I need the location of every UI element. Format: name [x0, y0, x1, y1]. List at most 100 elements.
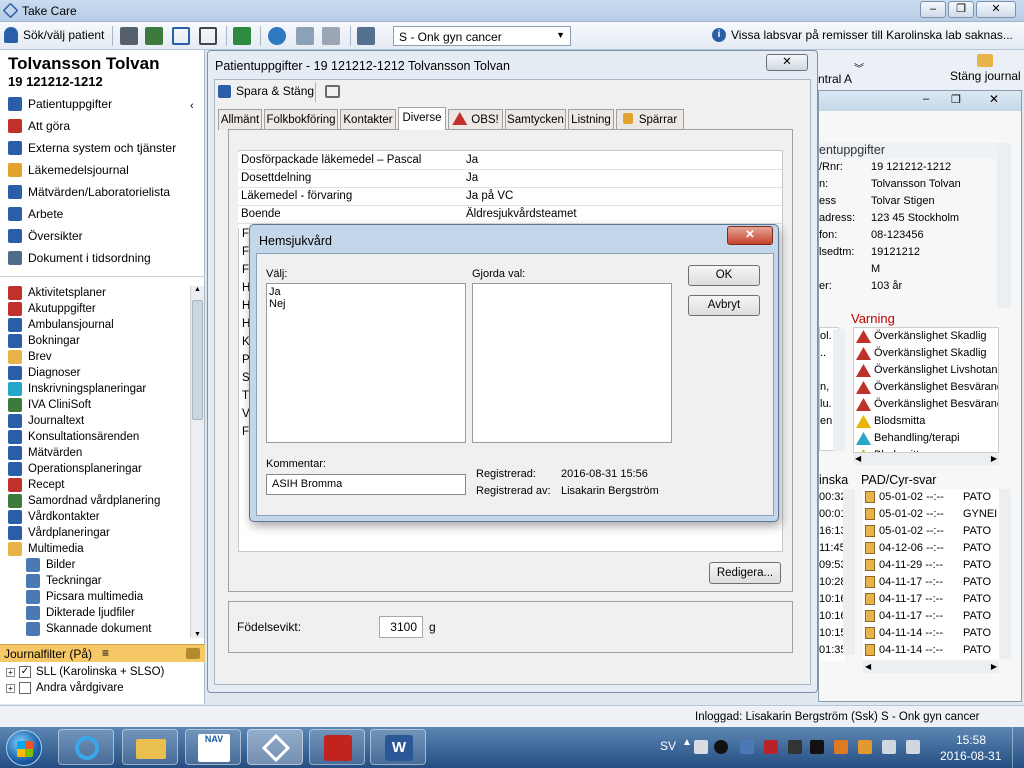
edit-button[interactable]: Redigera...: [709, 562, 781, 584]
checkbox-checked[interactable]: ✓: [19, 666, 31, 678]
patient-dialog-close-button[interactable]: ✕: [766, 54, 808, 71]
checklist-icon[interactable]: [199, 27, 217, 45]
nav-item[interactable]: Diagnoser: [8, 365, 80, 381]
d-tray-icon[interactable]: [810, 740, 824, 754]
pad-vscrollbar[interactable]: [999, 489, 1011, 659]
journalfilter-header[interactable]: Journalfilter (På) ≡: [0, 644, 205, 662]
tab-4[interactable]: OBS!: [448, 109, 503, 130]
checkbox-unchecked[interactable]: [19, 682, 31, 694]
warning-row[interactable]: Behandling/terapi: [854, 430, 998, 447]
nav-item-multimedia[interactable]: Skannade dokument: [26, 621, 152, 637]
nav-item[interactable]: Journaltext: [8, 413, 84, 429]
close-journal-button[interactable]: Stäng journal: [950, 54, 1021, 83]
print-icon[interactable]: [120, 27, 138, 45]
nav-item-multimedia[interactable]: Teckningar: [26, 573, 102, 589]
print-icon[interactable]: [325, 85, 340, 98]
devices-icon[interactable]: [322, 27, 340, 45]
warning-row[interactable]: Överkänslighet Skadlig: [854, 328, 998, 345]
shield-tray-icon[interactable]: [764, 740, 778, 754]
tray-expand-icon[interactable]: ▲: [682, 737, 692, 748]
nav-item[interactable]: Bokningar: [8, 333, 80, 349]
power-tray-icon[interactable]: [882, 740, 896, 754]
nav-item[interactable]: Akutuppgifter: [8, 301, 96, 317]
info-scrollbar[interactable]: [997, 143, 1011, 308]
network-icon[interactable]: [296, 27, 314, 45]
close-app-button[interactable]: ✕: [976, 1, 1016, 18]
pad-row[interactable]: 04-11-14 --:-- PATO: [863, 625, 999, 642]
warning-row[interactable]: Överkänslighet Besvärand: [854, 379, 998, 396]
clock-date[interactable]: 2016-08-31: [940, 749, 1001, 763]
computer-icon[interactable]: [357, 27, 375, 45]
grid-row[interactable]: Boende Äldresjukvårdsteamet: [238, 206, 782, 224]
pad-row[interactable]: 04-11-17 --:-- PATO: [863, 591, 999, 608]
save-close-button[interactable]: Spara & Stäng: [218, 84, 314, 98]
birth-weight-input[interactable]: 3100: [379, 616, 423, 638]
box-tray-icon[interactable]: [858, 740, 872, 754]
team-icon[interactable]: [145, 27, 163, 45]
nav-item-multimedia[interactable]: Bilder: [26, 557, 75, 573]
filter-sll[interactable]: + ✓ SLL (Karolinska + SLSO): [6, 666, 164, 678]
pad-row[interactable]: 04-12-06 --:-- PATO: [863, 540, 999, 557]
expand-icon[interactable]: +: [6, 683, 15, 693]
grid-row[interactable]: Dosettdelning Ja: [238, 170, 782, 188]
warning-hscrollbar[interactable]: ◀ ▶: [853, 453, 999, 465]
takecare-taskbar-button[interactable]: [247, 729, 303, 765]
show-desktop-button[interactable]: [1012, 727, 1024, 768]
info-message[interactable]: i Vissa labsvar på remisser till Karolin…: [712, 28, 1013, 42]
mail-tray-icon[interactable]: [694, 740, 708, 754]
tab-3[interactable]: Diverse: [398, 107, 446, 130]
globe-icon[interactable]: [268, 27, 286, 45]
pad-hscrollbar[interactable]: ◀ ▶: [863, 661, 999, 673]
pad-row[interactable]: 04-11-17 --:-- PATO: [863, 608, 999, 625]
close-icon[interactable]: ✕: [989, 92, 999, 106]
minimize-button[interactable]: –: [920, 1, 946, 18]
expand-icon[interactable]: +: [6, 667, 15, 677]
pdf-taskbar-button[interactable]: [309, 729, 365, 765]
nav-item-multimedia[interactable]: Picsara multimedia: [26, 589, 143, 605]
nav-item-multimedia[interactable]: Dikterade ljudfiler: [26, 605, 135, 621]
ie-taskbar-button[interactable]: [58, 729, 114, 765]
nav-item[interactable]: Multimedia: [8, 541, 84, 557]
nav-item[interactable]: Aktivitetsplaner: [8, 285, 106, 301]
grid-row[interactable]: Läkemedel - förvaring Ja på VC: [238, 188, 782, 206]
lab-scrollbar[interactable]: [843, 489, 855, 655]
word-taskbar-button[interactable]: W: [370, 729, 426, 765]
nav-item[interactable]: Brev: [8, 349, 52, 365]
nav-scrollbar[interactable]: ▲ ▼: [190, 286, 204, 638]
nav-item[interactable]: Operationsplaneringar: [8, 461, 142, 477]
scroll-down-icon[interactable]: ▼: [191, 631, 204, 638]
network-tray-icon[interactable]: [740, 740, 754, 754]
nav-item[interactable]: Vårdkontakter: [8, 509, 100, 525]
cancel-button[interactable]: Avbryt: [688, 295, 760, 316]
language-indicator[interactable]: SV: [660, 739, 676, 753]
warning-row[interactable]: Överkänslighet Besvärand: [854, 396, 998, 413]
unit-select[interactable]: S - Onk gyn cancer ▼: [393, 26, 571, 46]
pad-row[interactable]: 05-01-02 --:-- GYNEI: [863, 506, 999, 523]
clock-time[interactable]: 15:58: [956, 733, 986, 747]
tab-0[interactable]: Allmänt: [218, 109, 262, 130]
maximize-button[interactable]: ❐: [948, 1, 974, 18]
minimize-icon[interactable]: –: [923, 93, 929, 105]
tab-2[interactable]: Kontakter: [340, 109, 396, 130]
comment-input[interactable]: ASIH Bromma: [266, 474, 466, 495]
nav-item[interactable]: Inskrivningsplaneringar: [8, 381, 146, 397]
start-button[interactable]: [6, 730, 42, 766]
scroll-thumb[interactable]: [192, 300, 203, 420]
search-patient-button[interactable]: Sök/välj patient: [4, 27, 104, 43]
tool-tray-icon[interactable]: [788, 740, 802, 754]
filter-settings-icon[interactable]: [186, 648, 200, 659]
tab-1[interactable]: Folkbokföring: [264, 109, 338, 130]
nav-item[interactable]: Konsultationsärenden: [8, 429, 139, 445]
ok-button[interactable]: OK: [688, 265, 760, 286]
nav-taskbar-button[interactable]: NAV: [185, 729, 241, 765]
filter-andra[interactable]: + Andra vårdgivare: [6, 682, 124, 694]
warning-row[interactable]: Blodsmitta: [854, 413, 998, 430]
pad-row[interactable]: 04-11-17 --:-- PATO: [863, 574, 999, 591]
pad-row[interactable]: 05-01-02 --:-- PATO: [863, 523, 999, 540]
choose-list[interactable]: Ja Nej: [266, 283, 466, 443]
option-ja[interactable]: Ja: [267, 284, 465, 298]
n-tray-icon[interactable]: [714, 740, 728, 754]
calendar-icon[interactable]: [172, 27, 190, 45]
collapse-icon[interactable]: ︾: [854, 60, 864, 75]
warning-row[interactable]: Överkänslighet Livshotan: [854, 362, 998, 379]
